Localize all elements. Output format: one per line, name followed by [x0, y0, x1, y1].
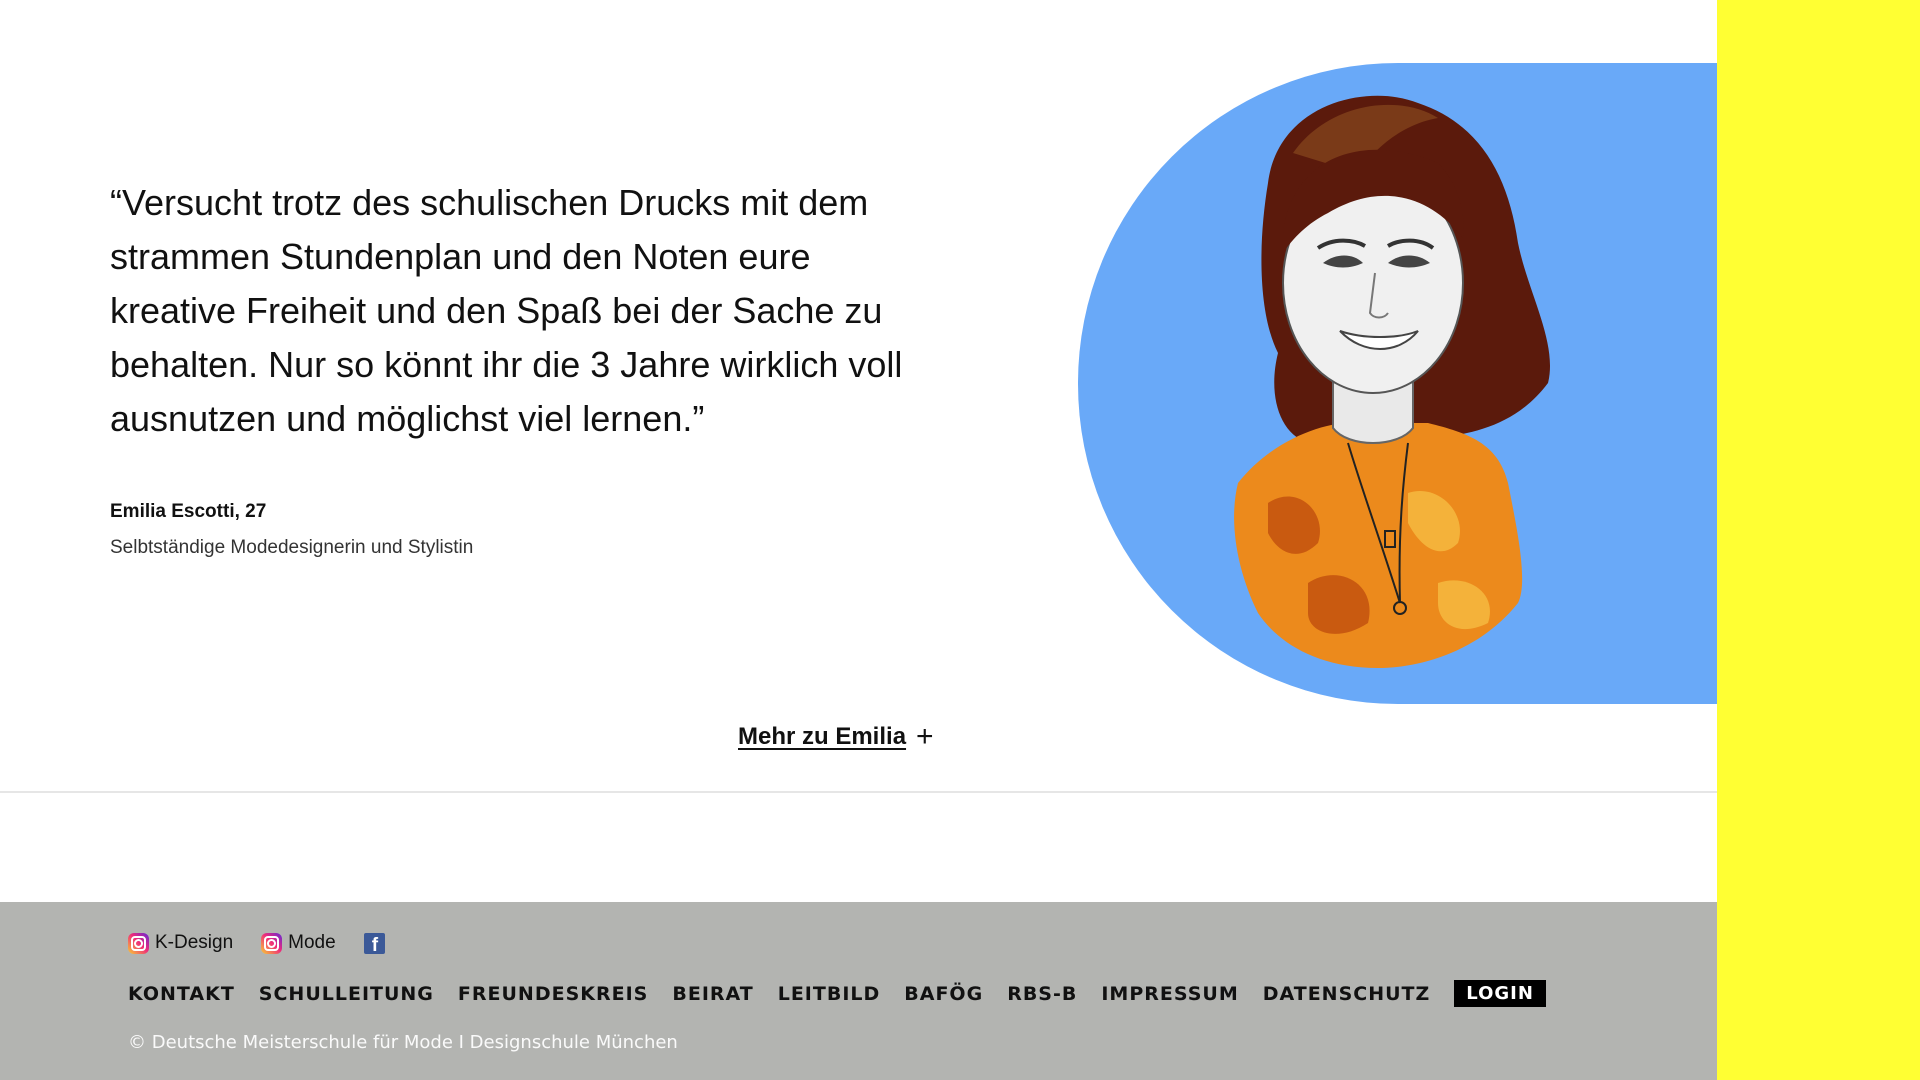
nav-beirat[interactable]: BEIRAT: [672, 983, 753, 1005]
facebook-link[interactable]: f: [363, 932, 385, 954]
nav-datenschutz[interactable]: DATENSCHUTZ: [1263, 983, 1431, 1005]
instagram-k-design-link[interactable]: K-Design: [128, 932, 233, 954]
nav-leitbild[interactable]: LEITBILD: [778, 983, 881, 1005]
footer-nav: KONTAKT SCHULLEITUNG FREUNDESKREIS BEIRA…: [128, 980, 1546, 1007]
more-link-label: Mehr zu Emilia: [738, 723, 907, 750]
author-name: Emilia Escotti, 27: [110, 501, 267, 522]
social-links: K-Design Mode f: [128, 932, 413, 954]
author-role: Selbtständige Modedesignerin und Stylist…: [110, 537, 474, 558]
nav-bafoeg[interactable]: BAFÖG: [904, 983, 983, 1005]
plus-icon: +: [916, 720, 934, 753]
instagram-icon: [261, 932, 283, 954]
copyright-text: © Deutsche Meisterschule für Mode I Desi…: [128, 1032, 678, 1053]
site-footer: K-Design Mode f KONTAKT SCHULLEITUNG FRE…: [0, 902, 1717, 1080]
instagram-mode-link[interactable]: Mode: [261, 932, 336, 954]
login-button[interactable]: LOGIN: [1454, 980, 1546, 1007]
nav-kontakt[interactable]: KONTAKT: [128, 983, 235, 1005]
facebook-icon: f: [363, 932, 385, 954]
portrait-drawing: [1234, 95, 1551, 668]
more-about-emilia-link[interactable]: Mehr zu Emilia +: [738, 720, 934, 753]
social-label: Mode: [288, 932, 336, 953]
nav-freundeskreis[interactable]: FREUNDESKREIS: [458, 983, 648, 1005]
section-divider: [0, 791, 1717, 793]
nav-rbs-b[interactable]: RBS-B: [1007, 983, 1077, 1005]
instagram-icon: [128, 932, 149, 954]
nav-schulleitung[interactable]: SCHULLEITUNG: [259, 983, 434, 1005]
portrait-illustration: [1078, 63, 1717, 704]
social-label: K-Design: [155, 932, 234, 953]
nav-impressum[interactable]: IMPRESSUM: [1101, 983, 1238, 1005]
yellow-side-strip: [1717, 0, 1920, 1080]
testimonial-quote: “Versucht trotz des schulischen Drucks m…: [110, 182, 903, 439]
